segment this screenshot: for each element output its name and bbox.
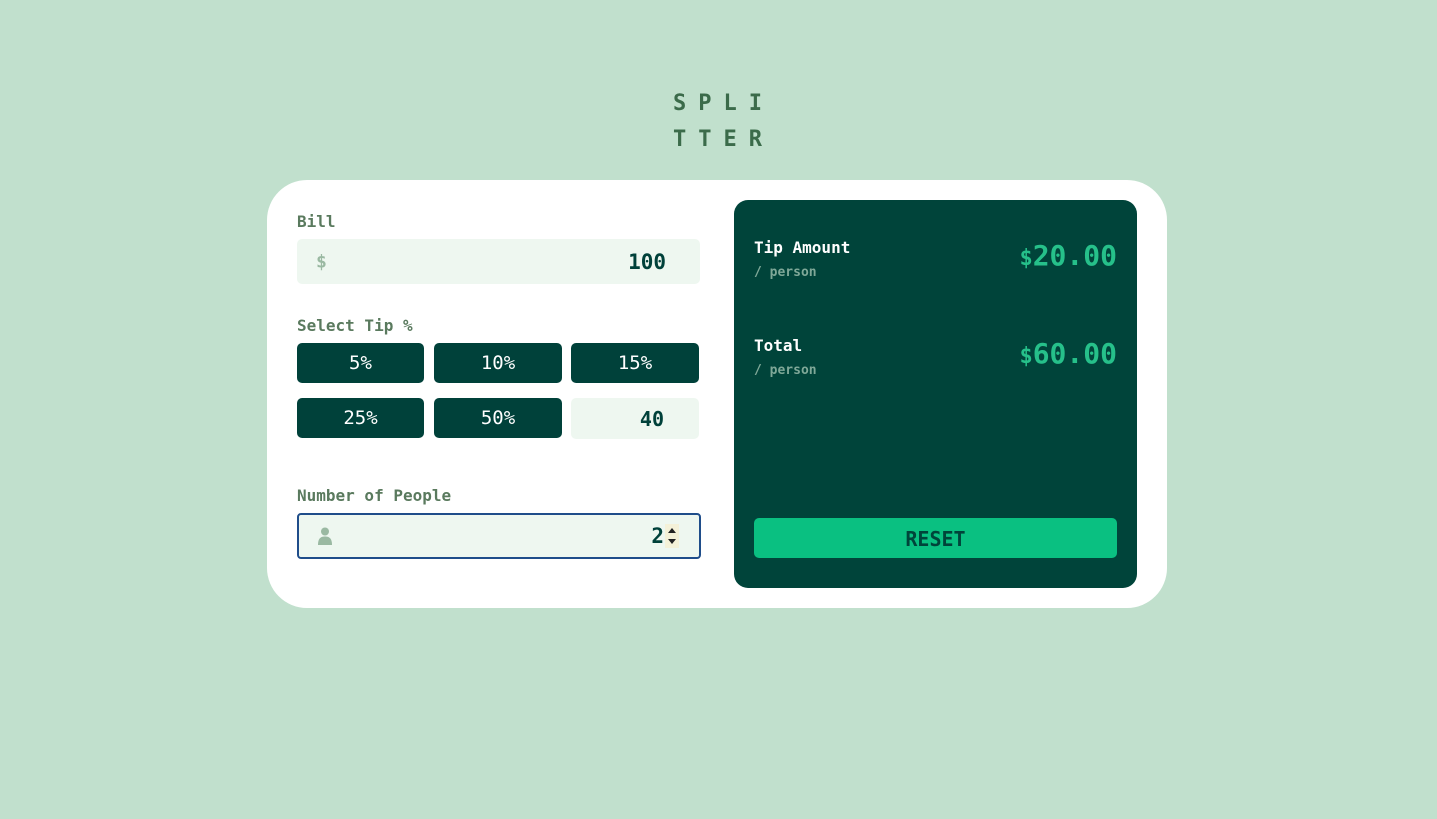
reset-button[interactable]: RESET	[754, 518, 1117, 558]
people-label: Number of People	[297, 486, 452, 505]
tip-25-button[interactable]: 25%	[297, 398, 424, 438]
dollar-icon: $	[316, 251, 327, 272]
tip-amount-per-person: / person	[754, 265, 817, 280]
total-value: $60.00	[1019, 337, 1117, 370]
people-input[interactable]: 2	[297, 513, 701, 559]
total-title: Total	[754, 336, 803, 355]
person-icon	[318, 527, 332, 545]
tip-amount-number: 20.00	[1032, 239, 1117, 272]
tip-50-button[interactable]: 50%	[434, 398, 562, 438]
increment-arrow-icon[interactable]	[668, 528, 676, 533]
tip-amount-title: Tip Amount	[754, 238, 851, 257]
bill-value: 100	[628, 249, 666, 274]
tip-15-button[interactable]: 15%	[571, 343, 699, 383]
logo-line-1: SPLI	[673, 91, 774, 116]
tip-label: Select Tip %	[297, 316, 413, 335]
tip-amount-value: $20.00	[1019, 239, 1117, 272]
app-logo: SPLI TTER	[0, 86, 1437, 158]
decrement-arrow-icon[interactable]	[668, 539, 676, 544]
number-spinner[interactable]	[665, 524, 679, 548]
logo-line-2: TTER	[673, 127, 774, 152]
bill-label: Bill	[297, 212, 336, 231]
total-number: 60.00	[1032, 337, 1117, 370]
tip-amount-currency: $	[1019, 246, 1033, 271]
total-per-person: / person	[754, 363, 817, 378]
results-panel: Tip Amount / person $20.00 Total / perso…	[734, 200, 1137, 588]
people-value: 2	[651, 524, 664, 548]
tip-5-button[interactable]: 5%	[297, 343, 424, 383]
custom-tip-value: 40	[639, 406, 664, 431]
tip-10-button[interactable]: 10%	[434, 343, 562, 383]
custom-tip-input[interactable]: 40	[571, 398, 699, 439]
total-currency: $	[1019, 344, 1033, 369]
bill-input[interactable]: $ 100	[297, 239, 700, 284]
